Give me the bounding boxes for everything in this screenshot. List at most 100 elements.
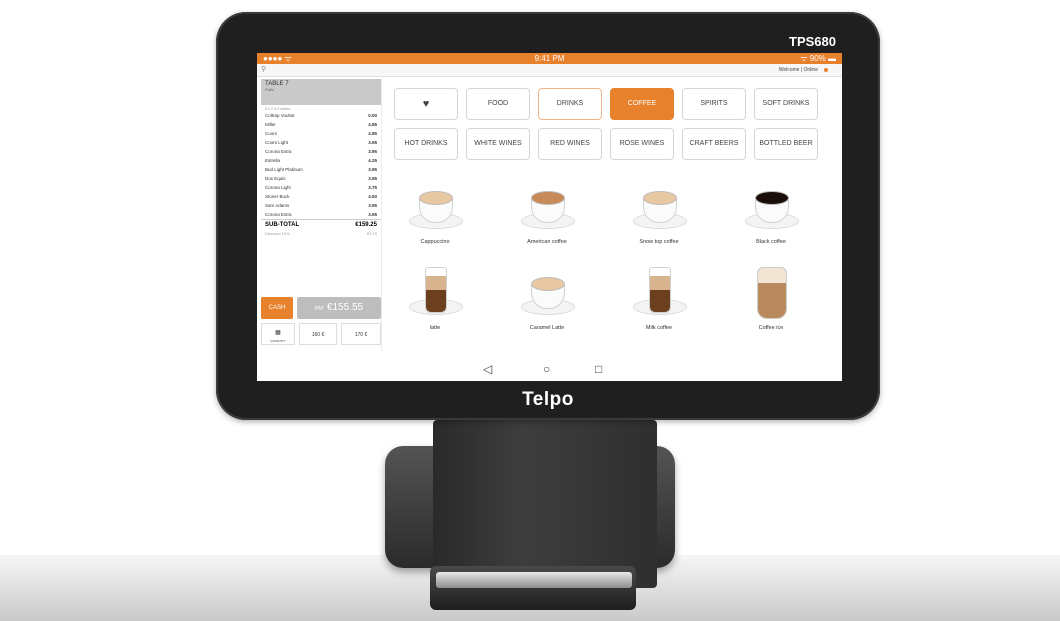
order-line[interactable]: Stoner Buck 4.50 (261, 192, 381, 201)
grid-icon: ▦ (275, 330, 281, 336)
quick-amount-160[interactable]: 160 € (299, 323, 337, 345)
product-tile[interactable]: Coffee ice (735, 261, 807, 339)
product-name: Black coffee (756, 239, 786, 245)
order-line-price: 4.85 (368, 131, 377, 136)
order-line-name: Stoner Buck (265, 194, 290, 199)
order-line-price: 3.95 (368, 176, 377, 181)
order-line[interactable]: Bud Light Platinum 3.95 (261, 165, 381, 174)
favorites-heart-icon[interactable]: ♥ (394, 88, 458, 120)
quantity-label: QUANTITY (270, 339, 286, 343)
product-name: Milk coffee (645, 325, 673, 331)
discount-row: Discount 10% €3.70 (261, 230, 381, 238)
pay-button[interactable]: PAY €155.55 (297, 297, 381, 319)
order-line[interactable]: Miller 4.85 (261, 120, 381, 129)
milk-coffee-glass-icon (629, 261, 689, 323)
order-line[interactable]: Corona Extra 3.95 (261, 210, 381, 219)
product-tile[interactable]: latte (399, 261, 471, 339)
order-line-price: 3.95 (368, 203, 377, 208)
category-button[interactable]: RED WINES (538, 128, 602, 160)
welcome-status: Welcome | Online (778, 67, 818, 73)
product-name: Snow top coffee (639, 239, 679, 245)
order-line-name: Corona Extra (265, 149, 292, 154)
subtotal-row: SUB-TOTAL €159.25 (261, 219, 381, 230)
cappuccino-cup-icon (405, 175, 465, 237)
table-header[interactable]: TABLE 7 Patio (261, 79, 381, 105)
espresso-cup-icon (517, 175, 577, 237)
quick-actions: ▦ QUANTITY 160 € 170 € (261, 323, 381, 347)
order-line-price: 3.95 (368, 140, 377, 145)
order-line-price: 3.95 (368, 167, 377, 172)
order-lines: Coltrap Voultot 0.00 Miller 4.85 Coors 4.85 Co… (261, 111, 381, 219)
order-line-name: Coors Light (265, 140, 289, 145)
order-line-price: 0.00 (368, 113, 377, 118)
order-line[interactable]: Coors 4.85 (261, 129, 381, 138)
category-button[interactable]: ROSE WINES (610, 128, 674, 160)
order-line[interactable]: Estrella 4.25 (261, 156, 381, 165)
product-name: Cappuccino (420, 239, 450, 245)
discount-label: Discount 10% (265, 231, 290, 236)
product-tile[interactable]: Black coffee (735, 175, 807, 253)
quantity-button[interactable]: ▦ QUANTITY (261, 323, 295, 345)
status-bar: ●●●● ᯤ 9:41 PM ᯤ 90% ▬ (257, 53, 842, 64)
order-line[interactable]: Coors Light 3.95 (261, 138, 381, 147)
search-icon[interactable]: ⚲ (261, 64, 266, 76)
app-topbar: ⚲ Welcome | Online (257, 64, 842, 77)
order-line-name: Miller (265, 122, 276, 127)
pay-amount: €155.55 (326, 302, 364, 313)
android-nav-bar: ◁ ○ □ (257, 359, 842, 381)
product-name: Coffee ice (758, 325, 784, 331)
recents-icon[interactable]: □ (595, 362, 602, 376)
category-button[interactable]: BOTTLED BEER (754, 128, 818, 160)
category-button[interactable]: CRAFT BEERS (682, 128, 746, 160)
order-line[interactable]: Sam Adams 3.95 (261, 201, 381, 210)
payment-row: CASH PAY €155.55 (261, 297, 381, 319)
home-icon[interactable]: ○ (543, 362, 550, 376)
model-label: TPS680 (789, 34, 836, 49)
order-line-price: 3.75 (368, 185, 377, 190)
order-line-name: Corona Extra (265, 212, 292, 217)
order-line-name: Bud Light Platinum (265, 167, 303, 172)
clock: 9:41 PM (534, 54, 565, 63)
screen: ●●●● ᯤ 9:41 PM ᯤ 90% ▬ ⚲ Welcome | Onlin… (257, 53, 842, 381)
stand-neck (433, 420, 657, 588)
product-tile[interactable]: Snow top coffee (623, 175, 695, 253)
category-button[interactable]: COFFEE (610, 88, 674, 120)
order-line-name: Corona Light (265, 185, 291, 190)
brand-logo: Telpo (522, 389, 574, 410)
online-indicator (824, 68, 828, 72)
product-name: latte (429, 325, 441, 331)
order-line-name: Dos Equis (265, 176, 286, 181)
category-button[interactable]: WHITE WINES (466, 128, 530, 160)
order-line-name: Sam Adams (265, 203, 290, 208)
order-line[interactable]: Corona Light 3.75 (261, 183, 381, 192)
product-tile[interactable]: Cappuccino (399, 175, 471, 253)
product-name: American coffee (527, 239, 567, 245)
order-line-name: Estrella (265, 158, 281, 163)
product-tile[interactable]: American coffee (511, 175, 583, 253)
order-line[interactable]: Coltrap Voultot 0.00 (261, 111, 381, 120)
category-button[interactable]: DRINKS (538, 88, 602, 120)
order-line-price: 4.85 (368, 122, 377, 127)
stand-chrome-trim (436, 572, 632, 588)
order-line-price: 3.95 (368, 212, 377, 217)
table-sub: Patio (265, 87, 275, 92)
category-button[interactable]: SPIRITS (682, 88, 746, 120)
pay-label: PAY (314, 306, 325, 312)
category-button[interactable]: HOT DRINKS (394, 128, 458, 160)
battery-icon: ᯤ 90% ▬ (800, 54, 836, 63)
subtotal-label: SUB-TOTAL (265, 222, 300, 228)
product-tile[interactable]: Milk coffee (623, 261, 695, 339)
order-line-price: 4.50 (368, 194, 377, 199)
quick-amount-170[interactable]: 170 € (341, 323, 381, 345)
category-button[interactable]: FOOD (466, 88, 530, 120)
cash-button[interactable]: CASH (261, 297, 293, 319)
category-button[interactable]: SOFT DRINKS (754, 88, 818, 120)
order-line-price: 4.25 (368, 158, 377, 163)
back-icon[interactable]: ◁ (483, 362, 492, 376)
foam-cup-icon (629, 175, 689, 237)
order-line[interactable]: Dos Equis 3.95 (261, 174, 381, 183)
order-line[interactable]: Corona Extra 3.95 (261, 147, 381, 156)
discount-value: €3.70 (366, 231, 377, 236)
product-tile[interactable]: Caramel Latte (511, 261, 583, 339)
order-line-name: Coltrap Voultot (265, 113, 295, 118)
